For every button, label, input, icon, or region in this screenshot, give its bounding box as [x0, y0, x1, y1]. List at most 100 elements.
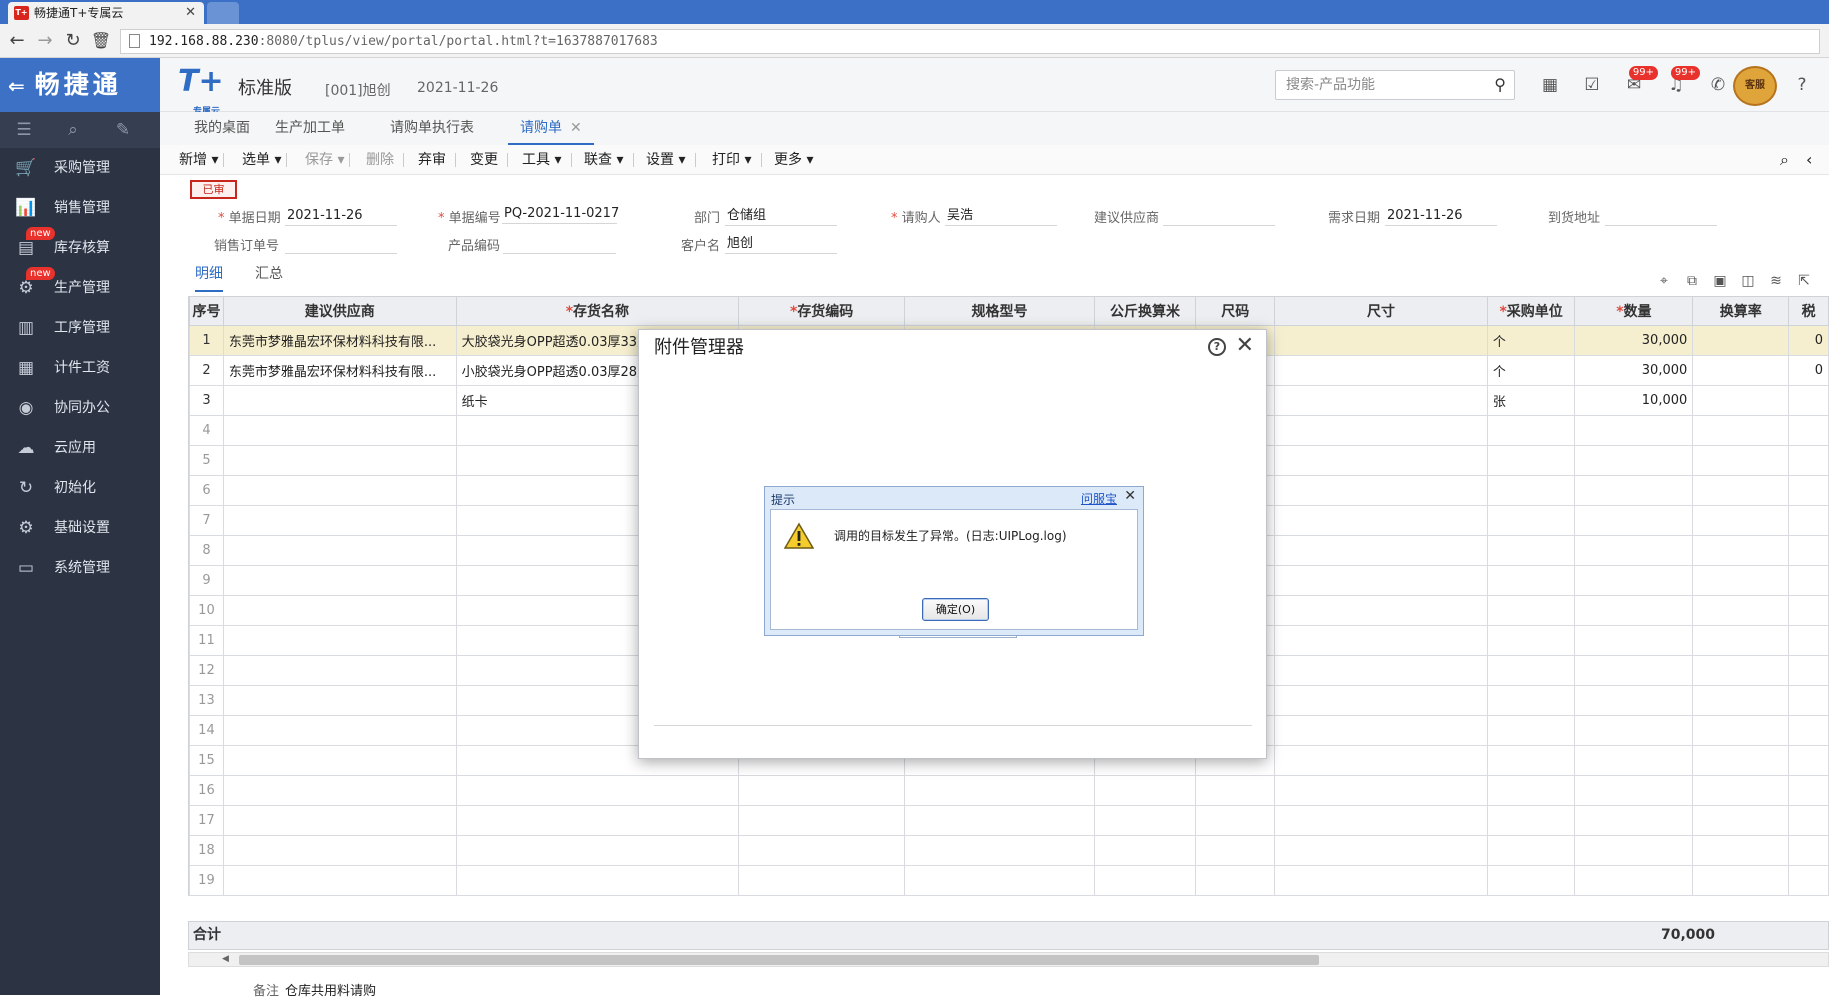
table-cell[interactable] [904, 775, 1095, 806]
column-header[interactable]: 税 [1788, 296, 1829, 326]
table-cell[interactable] [1486, 745, 1576, 776]
table-cell[interactable] [1274, 355, 1488, 386]
table-cell[interactable] [1274, 655, 1488, 686]
table-cell[interactable] [1486, 505, 1576, 536]
service-avatar[interactable]: 客服 [1733, 66, 1777, 106]
search-menu-icon[interactable]: ⌕ [63, 120, 83, 140]
table-cell[interactable] [1788, 415, 1829, 446]
table-cell[interactable]: 0 [1788, 355, 1829, 386]
table-cell[interactable] [1788, 565, 1829, 596]
table-cell[interactable] [1788, 685, 1829, 716]
customer-field[interactable]: 旭创 [725, 234, 837, 254]
table-cell[interactable] [1788, 505, 1829, 536]
collapse-icon[interactable]: ‹ [1806, 145, 1812, 175]
toolbar-settings-button[interactable]: 设置 ▾ [646, 145, 685, 175]
column-header[interactable]: *数量 [1574, 296, 1694, 326]
remark-field[interactable]: 仓库共用料请购 [285, 980, 376, 999]
table-cell[interactable] [1274, 685, 1488, 716]
table-cell[interactable] [222, 595, 457, 626]
table-cell[interactable] [1574, 745, 1694, 776]
forward-icon[interactable]: → [32, 29, 58, 53]
product-code-field[interactable] [503, 234, 616, 254]
table-cell[interactable] [1195, 775, 1276, 806]
horizontal-scrollbar[interactable]: ◀ [188, 952, 1829, 967]
table-cell[interactable] [1788, 745, 1829, 776]
table-cell[interactable] [222, 685, 457, 716]
table-cell[interactable] [222, 745, 457, 776]
table-cell[interactable] [455, 775, 740, 806]
table-cell[interactable] [1788, 835, 1829, 866]
table-cell[interactable] [1692, 325, 1790, 356]
table-cell[interactable] [1195, 805, 1276, 836]
table-cell[interactable] [1788, 475, 1829, 506]
table-cell[interactable] [1486, 685, 1576, 716]
table-cell[interactable] [1574, 535, 1694, 566]
sidebar-item[interactable]: 📊 销售管理 [0, 188, 160, 228]
location-icon[interactable]: ⌖ [1655, 272, 1673, 290]
table-cell[interactable] [1574, 775, 1694, 806]
close-tab-icon[interactable]: ✕ [185, 2, 196, 24]
table-cell[interactable] [1574, 685, 1694, 716]
column-header[interactable]: *存货名称 [455, 296, 740, 326]
table-cell[interactable] [1274, 565, 1488, 596]
column-header[interactable]: *采购单位 [1486, 296, 1576, 326]
ok-button[interactable]: 确定(O) [922, 598, 989, 621]
table-cell[interactable] [222, 805, 457, 836]
table-cell[interactable] [1788, 625, 1829, 656]
column-header[interactable]: 建议供应商 [222, 296, 457, 326]
table-cell[interactable] [1692, 535, 1790, 566]
help-icon[interactable]: ? [1208, 338, 1226, 356]
table-cell[interactable] [1788, 775, 1829, 806]
table-cell[interactable] [222, 445, 457, 476]
column-header[interactable]: 公斤换算米 [1093, 296, 1197, 326]
back-icon[interactable]: ← [4, 29, 30, 53]
table-cell[interactable] [1274, 325, 1488, 356]
table-cell[interactable] [1274, 505, 1488, 536]
sidebar-item[interactable]: ▭ 系统管理 [0, 548, 160, 588]
doc-date-field[interactable]: 2021-11-26 [285, 206, 397, 226]
table-cell[interactable] [222, 565, 457, 596]
toolbar-change-button[interactable]: 变更 [470, 145, 498, 175]
export-icon[interactable]: ⇱ [1795, 272, 1813, 290]
table-cell[interactable] [904, 865, 1095, 896]
table-cell[interactable] [455, 805, 740, 836]
requester-field[interactable]: 吴浩 [945, 206, 1057, 226]
table-cell[interactable] [1486, 415, 1576, 446]
table-cell[interactable] [1574, 805, 1694, 836]
table-row[interactable]: 17 [189, 805, 1829, 836]
table-cell[interactable] [1486, 595, 1576, 626]
table-cell[interactable]: 个 [1486, 355, 1576, 386]
table-cell[interactable] [1574, 655, 1694, 686]
toolbar-more-button[interactable]: 更多 ▾ [774, 145, 813, 175]
table-cell[interactable] [1692, 445, 1790, 476]
table-cell[interactable] [904, 805, 1095, 836]
toolbar-query-button[interactable]: 联查 ▾ [584, 145, 623, 175]
table-cell[interactable] [1486, 565, 1576, 596]
table-cell[interactable] [1274, 595, 1488, 626]
table-cell[interactable]: 10,000 [1574, 385, 1694, 416]
table-cell[interactable] [1692, 565, 1790, 596]
table-cell[interactable] [1574, 505, 1694, 536]
table-cell[interactable] [1486, 715, 1576, 746]
scroll-left-icon[interactable]: ◀ [222, 953, 229, 966]
table-cell[interactable] [1574, 865, 1694, 896]
table-cell[interactable] [1093, 865, 1197, 896]
sidebar-item[interactable]: ▦ 计件工资 [0, 348, 160, 388]
table-cell[interactable] [1692, 745, 1790, 776]
column-header[interactable]: *存货编码 [738, 296, 906, 326]
account-name[interactable]: [001]旭创 [325, 80, 391, 100]
table-cell[interactable] [1274, 625, 1488, 656]
table-cell[interactable] [1692, 805, 1790, 836]
help-icon[interactable]: ? [1790, 72, 1814, 98]
table-cell[interactable] [1692, 865, 1790, 896]
table-cell[interactable] [1195, 835, 1276, 866]
reload-icon[interactable]: ↻ [60, 29, 86, 53]
calculator-icon[interactable]: ▦ [1538, 72, 1562, 98]
so-field[interactable] [285, 234, 397, 254]
table-cell[interactable] [1274, 535, 1488, 566]
table-cell[interactable]: 30,000 [1574, 355, 1694, 386]
table-cell[interactable] [222, 475, 457, 506]
table-row[interactable]: 18 [189, 835, 1829, 866]
table-cell[interactable]: 30,000 [1574, 325, 1694, 356]
sidebar-item[interactable]: ☁ 云应用 [0, 428, 160, 468]
